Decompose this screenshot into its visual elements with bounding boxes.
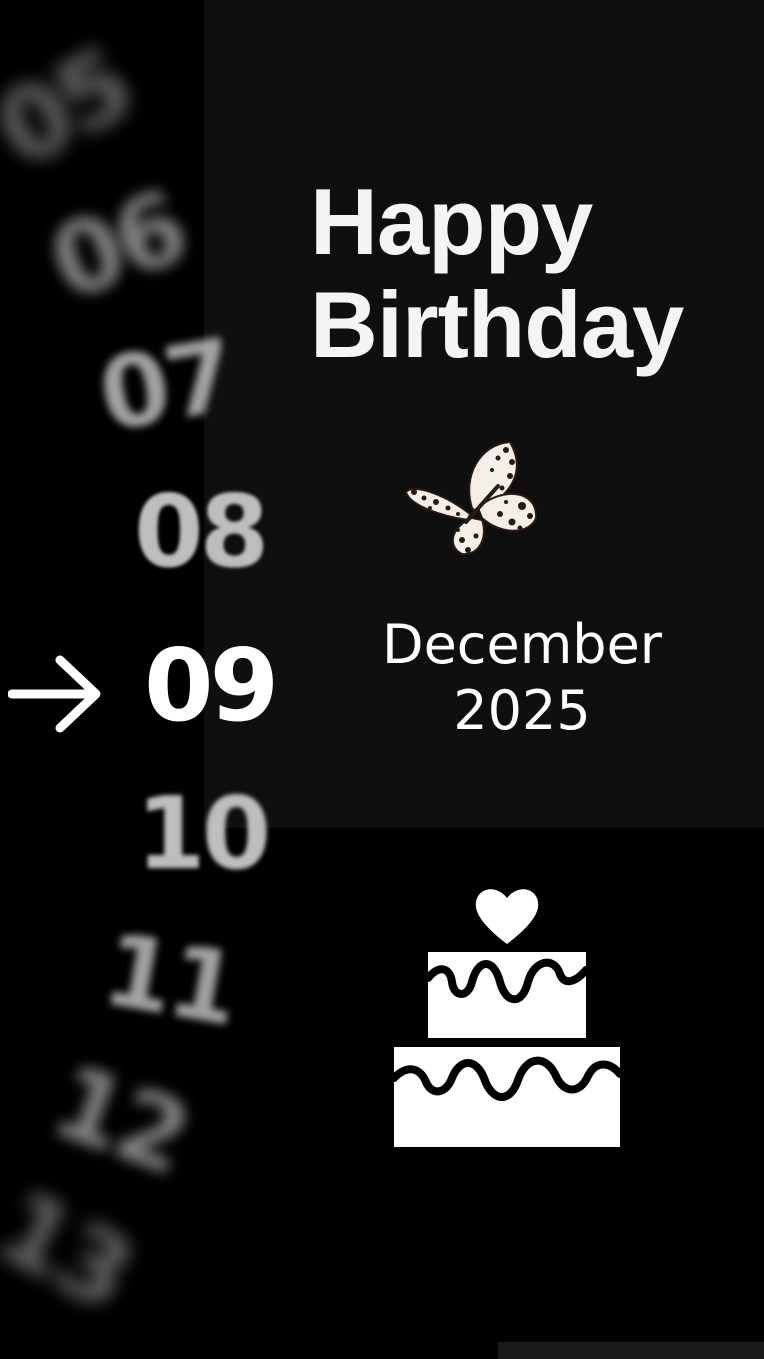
title-line-1: Happy bbox=[310, 169, 593, 274]
day-08[interactable]: 08 bbox=[134, 482, 269, 582]
day-10[interactable]: 10 bbox=[136, 784, 271, 884]
day-06[interactable]: 06 bbox=[36, 168, 199, 323]
arrow-right-icon bbox=[8, 655, 101, 733]
cake-icon bbox=[390, 889, 624, 1147]
day-11[interactable]: 11 bbox=[95, 911, 244, 1049]
day-12[interactable]: 12 bbox=[38, 1042, 201, 1197]
day-13[interactable]: 13 bbox=[0, 1167, 149, 1332]
year-label: 2025 bbox=[453, 679, 591, 742]
birthday-title: Happy Birthday bbox=[310, 169, 684, 377]
day-07[interactable]: 07 bbox=[91, 317, 240, 455]
date-label: December 2025 bbox=[340, 612, 704, 744]
title-line-2: Birthday bbox=[310, 272, 684, 377]
butterfly-icon bbox=[404, 440, 538, 556]
day-09-selected[interactable]: 09 bbox=[144, 636, 279, 736]
bottom-edge bbox=[498, 1342, 764, 1359]
day-05[interactable]: 05 bbox=[0, 25, 149, 190]
month-label: December bbox=[381, 613, 663, 676]
